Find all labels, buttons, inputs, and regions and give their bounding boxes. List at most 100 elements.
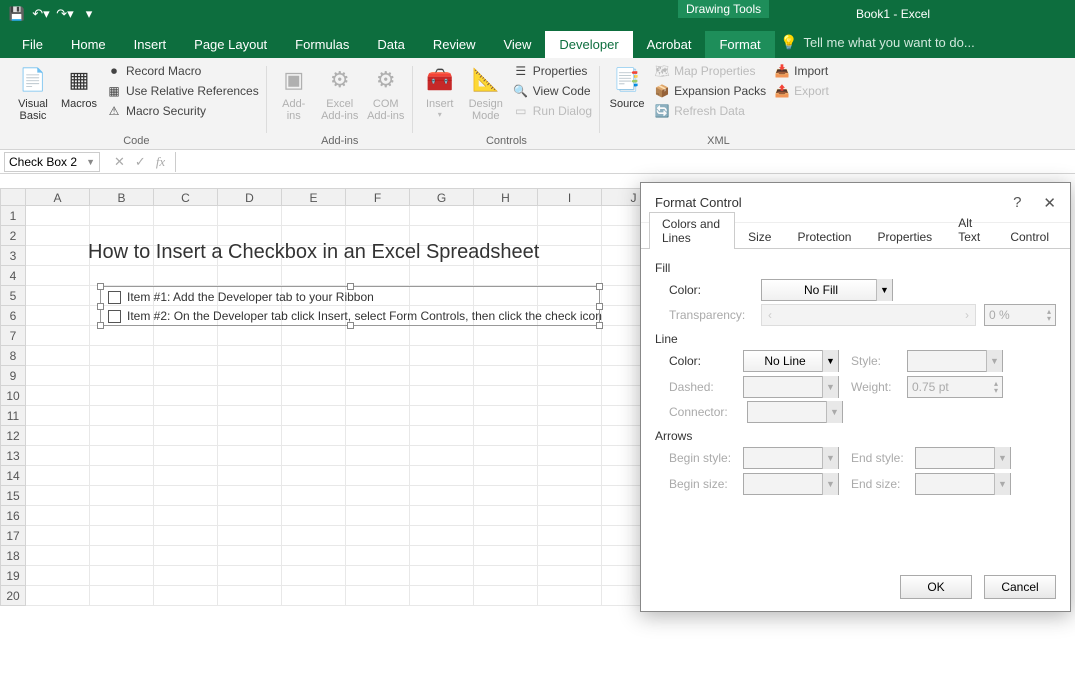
row-header[interactable]: 9 (0, 366, 26, 386)
row-header[interactable]: 8 (0, 346, 26, 366)
excel-addins-button[interactable]: ⚙Excel Add-ins (319, 62, 361, 122)
resize-handle[interactable] (596, 283, 603, 290)
tab-review[interactable]: Review (419, 31, 490, 58)
cancel-button[interactable]: Cancel (984, 575, 1056, 599)
resize-handle[interactable] (97, 303, 104, 310)
tab-properties[interactable]: Properties (864, 225, 945, 248)
fill-color-combo[interactable]: No Fill▼ (761, 279, 893, 301)
tab-developer[interactable]: Developer (545, 31, 632, 58)
qat-customize-icon[interactable]: ▾ (78, 3, 100, 25)
row-header[interactable]: 7 (0, 326, 26, 346)
spinner-arrows-icon: ▴▾ (1047, 308, 1051, 322)
visual-basic-button[interactable]: 📄 Visual Basic (12, 62, 54, 122)
addins-button[interactable]: ▣Add- ins (273, 62, 315, 122)
tab-view[interactable]: View (489, 31, 545, 58)
dashed-label: Dashed: (669, 380, 739, 394)
object-selection[interactable] (100, 286, 600, 326)
fx-icon[interactable]: fx (156, 154, 165, 170)
import-icon: 📥 (774, 63, 790, 79)
record-macro-button[interactable]: ⏺Record Macro (104, 62, 261, 80)
tab-formulas[interactable]: Formulas (281, 31, 363, 58)
tab-protection[interactable]: Protection (784, 225, 864, 248)
tab-colors-lines[interactable]: Colors and Lines (649, 212, 735, 249)
design-mode-button[interactable]: 📐Design Mode (465, 62, 507, 122)
row-header[interactable]: 4 (0, 266, 26, 286)
ok-button[interactable]: OK (900, 575, 972, 599)
help-icon[interactable]: ? (1013, 194, 1021, 212)
tab-format[interactable]: Format (705, 31, 774, 58)
resize-handle[interactable] (347, 283, 354, 290)
row-header[interactable]: 20 (0, 586, 26, 606)
row-header[interactable]: 5 (0, 286, 26, 306)
properties-button[interactable]: ☰Properties (511, 62, 594, 80)
com-addins-button[interactable]: ⚙COM Add-ins (365, 62, 407, 122)
dropdown-icon: ▼ (86, 157, 95, 167)
row-header[interactable]: 19 (0, 566, 26, 586)
row-header[interactable]: 12 (0, 426, 26, 446)
line-color-combo[interactable]: No Line▼ (743, 350, 839, 372)
tab-size[interactable]: Size (735, 225, 784, 248)
map-properties-button[interactable]: 🗺Map Properties (652, 62, 768, 80)
save-icon[interactable]: 💾 (6, 3, 28, 25)
col-header[interactable]: C (154, 188, 218, 206)
col-header[interactable]: G (410, 188, 474, 206)
row-header[interactable]: 13 (0, 446, 26, 466)
insert-control-button[interactable]: 🧰Insert▾ (419, 62, 461, 119)
refresh-data-button[interactable]: 🔄Refresh Data (652, 102, 768, 120)
col-header[interactable]: B (90, 188, 154, 206)
relative-references-button[interactable]: ▦Use Relative References (104, 82, 261, 100)
tab-control[interactable]: Control (997, 225, 1062, 248)
col-header[interactable]: F (346, 188, 410, 206)
resize-handle[interactable] (97, 322, 104, 329)
gear-icon: ⚙ (324, 64, 356, 96)
row-header[interactable]: 18 (0, 546, 26, 566)
resize-handle[interactable] (347, 322, 354, 329)
resize-handle[interactable] (596, 322, 603, 329)
resize-handle[interactable] (97, 283, 104, 290)
tab-data[interactable]: Data (363, 31, 418, 58)
col-header[interactable]: A (26, 188, 90, 206)
enter-icon[interactable]: ✓ (135, 154, 146, 170)
col-header[interactable]: H (474, 188, 538, 206)
row-header[interactable]: 16 (0, 506, 26, 526)
view-code-button[interactable]: 🔍View Code (511, 82, 594, 100)
macro-security-button[interactable]: ⚠Macro Security (104, 102, 261, 120)
formula-bar: Check Box 2▼ ✕ ✓ fx (0, 150, 1075, 174)
redo-icon[interactable]: ↷▾ (54, 3, 76, 25)
resize-handle[interactable] (596, 303, 603, 310)
macros-button[interactable]: ▦ Macros (58, 62, 100, 110)
expansion-icon: 📦 (654, 83, 670, 99)
row-header[interactable]: 14 (0, 466, 26, 486)
export-button[interactable]: 📤Export (772, 82, 831, 100)
row-header[interactable]: 10 (0, 386, 26, 406)
tell-me-input[interactable]: 💡 Tell me what you want to do... (780, 34, 975, 51)
col-header[interactable]: E (282, 188, 346, 206)
row-header[interactable]: 17 (0, 526, 26, 546)
refresh-icon: 🔄 (654, 103, 670, 119)
expansion-packs-button[interactable]: 📦Expansion Packs (652, 82, 768, 100)
row-header[interactable]: 15 (0, 486, 26, 506)
row-header[interactable]: 3 (0, 246, 26, 266)
row-header[interactable]: 6 (0, 306, 26, 326)
undo-icon[interactable]: ↶▾ (30, 3, 52, 25)
tab-home[interactable]: Home (57, 31, 120, 58)
run-dialog-button[interactable]: ▭Run Dialog (511, 102, 594, 120)
row-header[interactable]: 1 (0, 206, 26, 226)
row-header[interactable]: 2 (0, 226, 26, 246)
name-box[interactable]: Check Box 2▼ (4, 152, 100, 172)
col-header[interactable]: I (538, 188, 602, 206)
col-header[interactable]: D (218, 188, 282, 206)
weight-label: Weight: (851, 380, 903, 394)
cancel-icon[interactable]: ✕ (114, 154, 125, 170)
tab-page-layout[interactable]: Page Layout (180, 31, 281, 58)
tab-acrobat[interactable]: Acrobat (633, 31, 706, 58)
tab-file[interactable]: File (8, 31, 57, 58)
tab-alt-text[interactable]: Alt Text (945, 211, 997, 248)
close-icon[interactable]: ✕ (1043, 194, 1056, 212)
row-header[interactable]: 11 (0, 406, 26, 426)
transparency-label: Transparency: (669, 308, 753, 322)
select-all-corner[interactable] (0, 188, 26, 206)
import-button[interactable]: 📥Import (772, 62, 831, 80)
tab-insert[interactable]: Insert (120, 31, 181, 58)
source-button[interactable]: 📑Source (606, 62, 648, 110)
